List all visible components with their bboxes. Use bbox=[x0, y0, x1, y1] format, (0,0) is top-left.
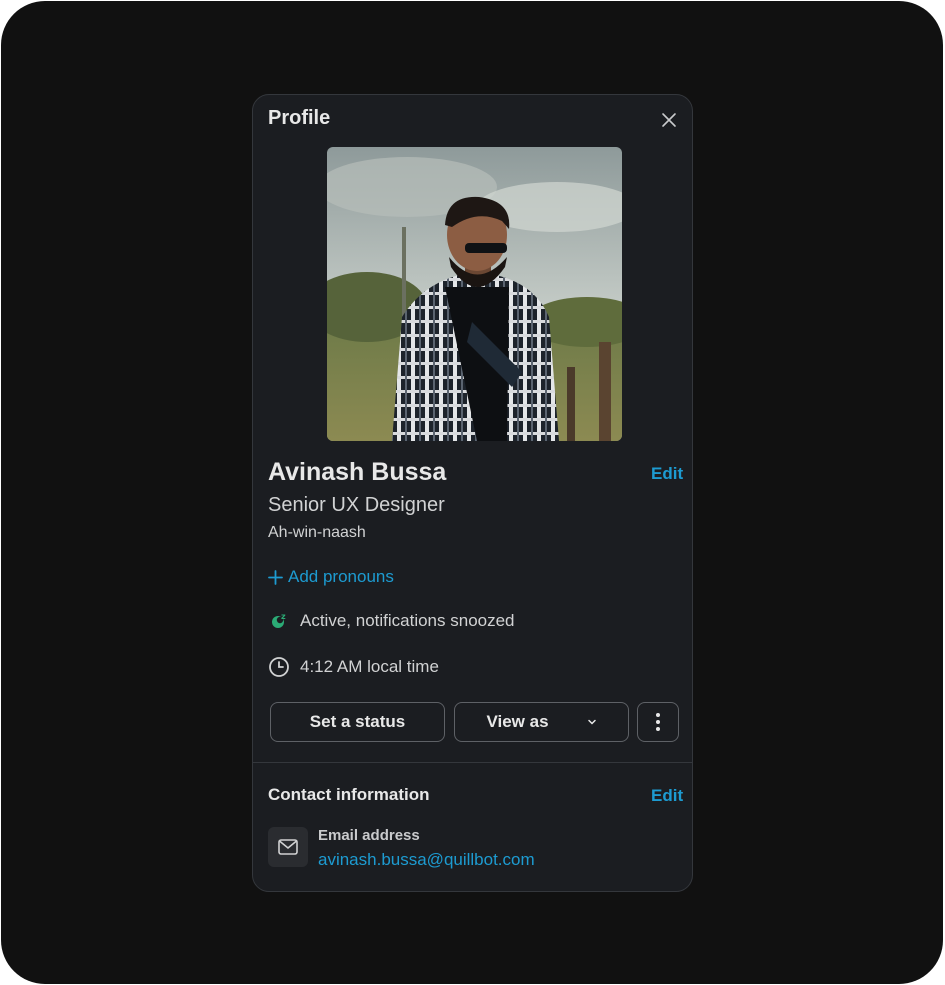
panel-title: Profile bbox=[268, 107, 331, 129]
email-label: Email address bbox=[318, 827, 420, 844]
set-status-label: Set a status bbox=[309, 712, 406, 731]
close-icon bbox=[662, 113, 676, 127]
email-link[interactable]: avinash.bussa@quillbot.com bbox=[318, 850, 535, 870]
device-frame: Profile Avinash Bussa Edit Senior UX Des… bbox=[1, 1, 943, 984]
status-text: Active, notifications snoozed bbox=[300, 611, 515, 630]
name-pronunciation: Ah-win-naash bbox=[268, 524, 366, 541]
mail-icon bbox=[278, 839, 298, 855]
more-vertical-icon bbox=[656, 713, 660, 731]
add-pronouns-label: Add pronouns bbox=[288, 567, 394, 586]
status-row: z Active, notifications snoozed bbox=[268, 610, 515, 632]
clock-icon bbox=[269, 657, 289, 677]
set-status-button[interactable]: Set a status bbox=[270, 702, 445, 742]
view-as-label: View as bbox=[486, 712, 549, 731]
profile-photo bbox=[327, 147, 622, 441]
view-as-button[interactable]: View as bbox=[454, 702, 629, 742]
chevron-down-icon bbox=[587, 719, 596, 725]
profile-panel: Profile Avinash Bussa Edit Senior UX Des… bbox=[252, 94, 693, 892]
snooze-status-icon: z bbox=[272, 612, 286, 628]
more-actions-button[interactable] bbox=[637, 702, 679, 742]
local-time: 4:12 AM local time bbox=[300, 657, 439, 676]
plus-icon bbox=[268, 569, 283, 585]
edit-profile-link[interactable]: Edit bbox=[651, 464, 683, 484]
contact-section-title: Contact information bbox=[268, 785, 430, 804]
profile-name: Avinash Bussa bbox=[268, 458, 447, 486]
email-icon-box bbox=[268, 827, 308, 867]
close-button[interactable] bbox=[656, 107, 682, 133]
section-divider bbox=[253, 762, 692, 763]
edit-contact-link[interactable]: Edit bbox=[651, 786, 683, 806]
profile-role: Senior UX Designer bbox=[268, 494, 445, 516]
svg-text:z: z bbox=[281, 612, 286, 621]
add-pronouns-link[interactable]: Add pronouns bbox=[268, 567, 394, 587]
local-time-row: 4:12 AM local time bbox=[268, 656, 439, 678]
